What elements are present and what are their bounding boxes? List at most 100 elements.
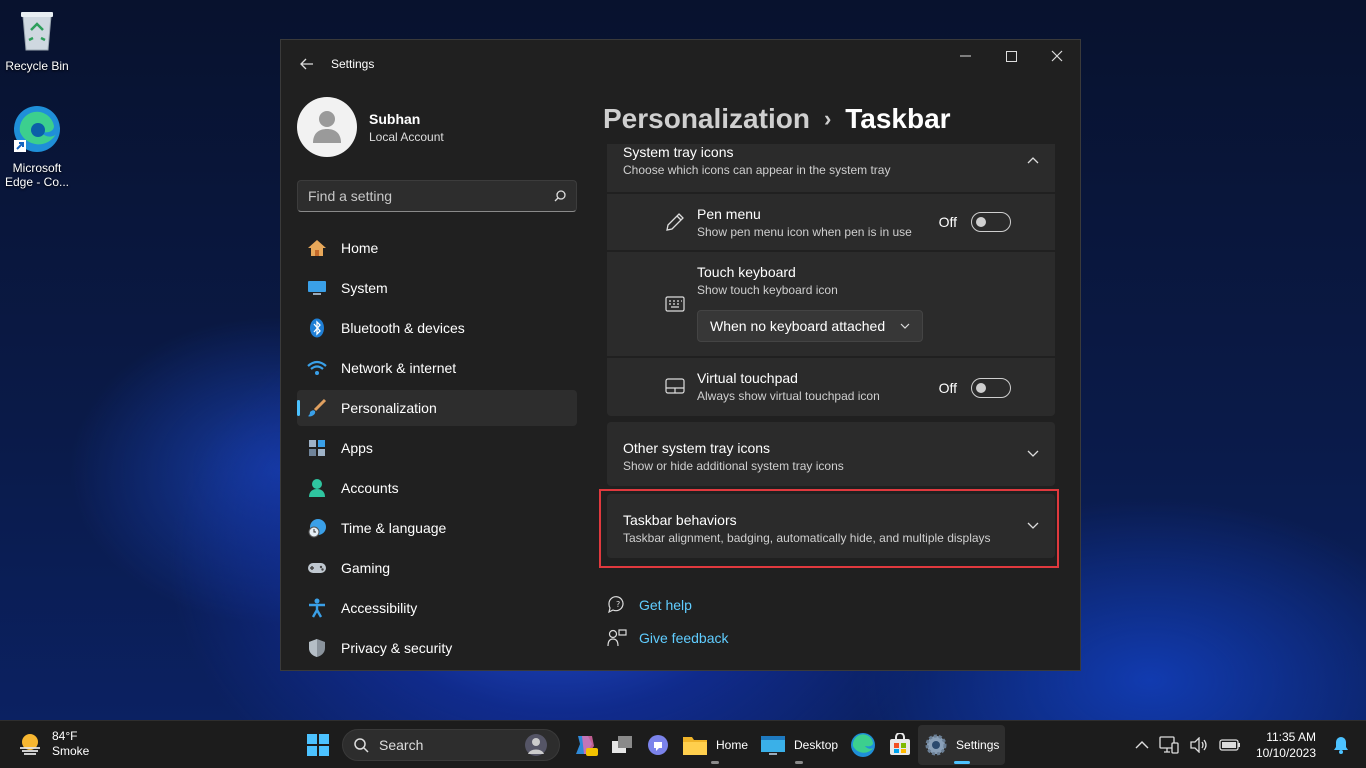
close-button[interactable] — [1034, 40, 1080, 72]
touch-keyboard-dropdown[interactable]: When no keyboard attached — [697, 310, 923, 342]
breadcrumb-parent[interactable]: Personalization — [603, 103, 810, 135]
network-icon[interactable] — [1159, 736, 1179, 754]
taskbar-app-label: Settings — [956, 738, 1000, 752]
get-help-label: Get help — [639, 597, 692, 613]
sidebar-item-label: Network & internet — [341, 360, 457, 376]
volume-icon[interactable] — [1189, 737, 1209, 753]
clock[interactable]: 11:35 AM 10/10/2023 — [1256, 729, 1316, 761]
virtual-touchpad-subtitle: Always show virtual touchpad icon — [697, 389, 880, 403]
pen-icon — [666, 213, 684, 231]
search-icon[interactable] — [554, 190, 566, 202]
profile-name: Subhan — [369, 110, 421, 127]
sidebar-item-time-language[interactable]: Time & language — [297, 510, 577, 546]
sidebar-item-label: Bluetooth & devices — [341, 320, 465, 336]
weather-widget[interactable]: 84°F Smoke — [16, 729, 89, 759]
sidebar-item-accessibility[interactable]: Accessibility — [297, 590, 577, 626]
taskbar-center: Search Home Desktop Settings — [300, 725, 1006, 765]
back-button[interactable] — [285, 46, 329, 82]
pen-menu-toggle[interactable] — [971, 212, 1011, 232]
weather-temp: 84°F — [52, 729, 78, 743]
notification-bell-icon[interactable] — [1333, 736, 1349, 754]
desktop-icon — [761, 736, 786, 755]
page-title: Taskbar — [845, 103, 951, 134]
touch-keyboard-title: Touch keyboard — [697, 264, 796, 280]
virtual-touchpad-title: Virtual touchpad — [697, 370, 798, 386]
taskbar-app-store[interactable] — [882, 725, 918, 765]
chevron-up-icon[interactable] — [1027, 156, 1039, 164]
other-system-tray-icons-card[interactable]: Other system tray icons Show or hide add… — [607, 422, 1055, 486]
taskbar-search[interactable]: Search — [342, 729, 560, 761]
touchpad-icon — [665, 378, 685, 394]
clock-time: 11:35 AM — [1266, 730, 1316, 744]
sidebar-item-privacy-security[interactable]: Privacy & security — [297, 630, 577, 666]
virtual-touchpad-row: Virtual touchpad Always show virtual tou… — [607, 358, 1055, 416]
taskbar-app-edge[interactable] — [844, 725, 882, 765]
shield-icon — [307, 638, 327, 658]
avatar — [297, 97, 357, 157]
apps-icon — [307, 438, 327, 458]
recycle-bin-icon — [0, 8, 74, 55]
main-content: Personalization › Taskbar System tray ic… — [603, 96, 1063, 670]
search-icon — [354, 738, 369, 753]
search-highlight-icon — [525, 734, 547, 756]
sidebar-item-apps[interactable]: Apps — [297, 430, 577, 466]
get-help-link[interactable]: ? Get help — [607, 596, 692, 614]
clock-date: 10/10/2023 — [1255, 746, 1316, 760]
user-avatar-icon — [313, 111, 341, 143]
chevron-up-icon[interactable] — [1135, 740, 1149, 750]
section-title: System tray icons — [623, 144, 734, 160]
highlight-box — [599, 489, 1059, 568]
edge-icon — [851, 733, 876, 757]
give-feedback-link[interactable]: Give feedback — [607, 629, 729, 647]
desktop-icon-edge[interactable]: Microsoft Edge - Co... — [0, 104, 74, 189]
section-subtitle: Choose which icons can appear in the sys… — [623, 163, 891, 177]
search-box — [297, 180, 577, 212]
profile-account-type: Local Account — [369, 129, 444, 144]
teams-chat-button[interactable] — [640, 725, 676, 765]
search-input[interactable] — [308, 188, 554, 204]
weather-desc: Smoke — [52, 744, 90, 758]
battery-icon[interactable] — [1219, 738, 1241, 752]
sidebar-item-label: Apps — [341, 440, 373, 456]
profile[interactable]: Subhan Local Account — [297, 96, 577, 158]
running-indicator — [795, 761, 804, 764]
window-title: Settings — [331, 57, 375, 71]
system-icon — [307, 278, 327, 298]
gear-icon — [925, 734, 947, 756]
taskbar-app-home[interactable]: Home — [676, 725, 754, 765]
breadcrumb-separator: › — [823, 106, 832, 131]
task-view-button[interactable] — [604, 725, 640, 765]
maximize-button[interactable] — [988, 40, 1034, 72]
settings-window: Settings Subhan Local Account Home — [280, 39, 1081, 671]
sidebar-item-accounts[interactable]: Accounts — [297, 470, 577, 506]
minimize-button[interactable] — [942, 40, 988, 72]
accounts-icon — [307, 478, 327, 498]
windows-logo-icon — [307, 734, 329, 756]
virtual-touchpad-toggle[interactable] — [971, 378, 1011, 398]
keyboard-icon — [665, 296, 685, 312]
sidebar-item-bluetooth[interactable]: Bluetooth & devices — [297, 310, 577, 346]
help-icon: ? — [608, 596, 624, 614]
bluetooth-icon — [307, 318, 327, 338]
touch-keyboard-subtitle: Show touch keyboard icon — [697, 283, 838, 297]
sidebar-item-network[interactable]: Network & internet — [297, 350, 577, 386]
accessibility-icon — [307, 598, 327, 618]
title-bar: Settings — [281, 40, 1080, 88]
other-tray-subtitle: Show or hide additional system tray icon… — [623, 459, 844, 473]
desktop-icon-recycle-bin[interactable]: Recycle Bin — [0, 8, 74, 73]
system-tray-icons-header[interactable]: System tray icons Choose which icons can… — [607, 144, 1055, 192]
taskbar-app-desktop[interactable]: Desktop — [754, 725, 844, 765]
nav-list: Home System Bluetooth & devices Network … — [297, 230, 577, 666]
window-controls — [942, 40, 1080, 72]
sidebar-item-home[interactable]: Home — [297, 230, 577, 266]
sidebar-item-gaming[interactable]: Gaming — [297, 550, 577, 586]
start-button[interactable] — [300, 725, 336, 765]
virtual-touchpad-toggle-group: Off — [939, 378, 1011, 398]
close-icon — [1051, 50, 1063, 62]
copilot-button[interactable] — [566, 725, 604, 765]
sidebar-item-personalization[interactable]: Personalization — [297, 390, 577, 426]
sidebar-item-label: System — [341, 280, 388, 296]
taskbar: 84°F Smoke Search Home Desktop Settings … — [0, 720, 1366, 768]
taskbar-app-settings[interactable]: Settings — [918, 725, 1006, 765]
sidebar-item-system[interactable]: System — [297, 270, 577, 306]
